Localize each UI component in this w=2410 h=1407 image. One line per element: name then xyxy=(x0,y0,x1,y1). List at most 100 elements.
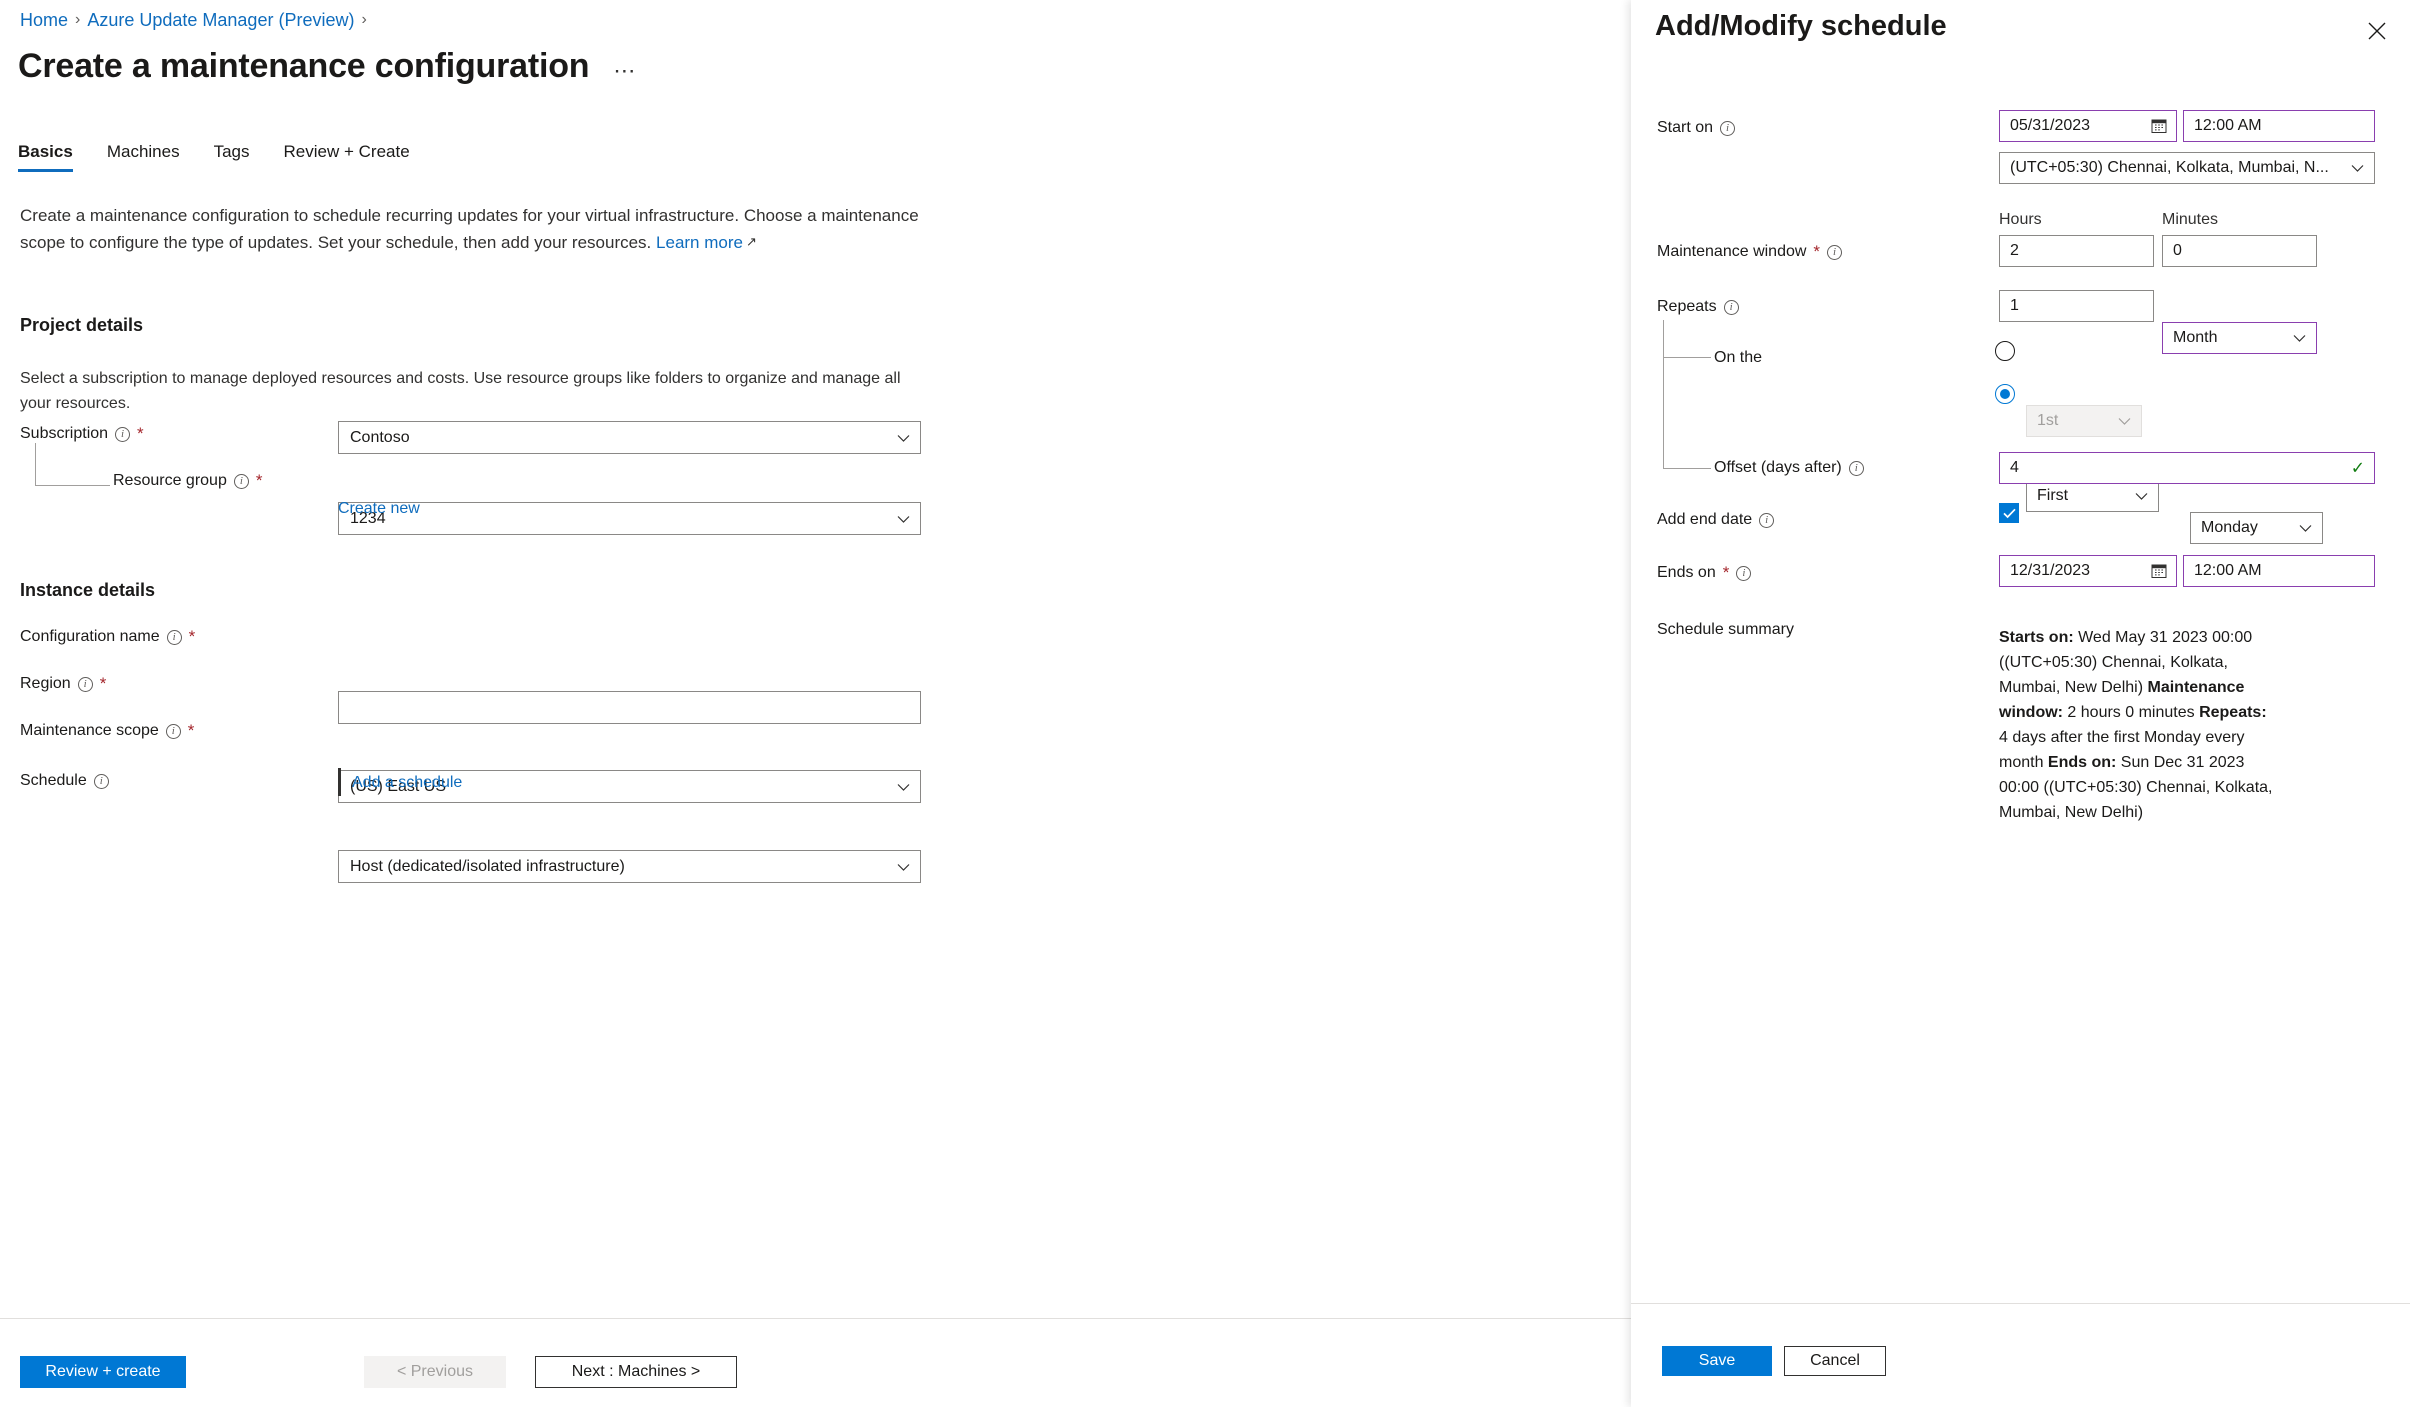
previous-button[interactable]: < Previous xyxy=(364,1356,506,1388)
info-icon[interactable]: i xyxy=(1723,299,1739,315)
next-machines-button[interactable]: Next : Machines > xyxy=(535,1356,737,1388)
maintenance-scope-value: Host (dedicated/isolated infrastructure) xyxy=(350,857,625,875)
on-the-day-of-month-radio[interactable] xyxy=(1995,341,2015,361)
on-the-label-group: On the xyxy=(1714,349,1762,367)
schedule-summary-label-text: Schedule summary xyxy=(1657,621,1794,638)
calendar-icon[interactable] xyxy=(2151,563,2168,580)
on-the-ordinal-weekday-radio[interactable] xyxy=(1995,384,2015,404)
add-end-date-checkbox[interactable] xyxy=(1999,503,2019,523)
configuration-name-row: Configuration name i * xyxy=(20,628,195,646)
summary-starts-on-key: Starts on: xyxy=(1999,629,2074,646)
configuration-name-input[interactable] xyxy=(338,691,921,724)
on-the-weekday-dropdown[interactable]: Monday xyxy=(2190,512,2323,544)
ends-on-label-group: Ends on * i xyxy=(1657,564,1752,582)
start-on-time-input[interactable]: 12:00 AM xyxy=(2183,110,2375,142)
chevron-down-icon xyxy=(2293,334,2306,342)
info-icon[interactable]: i xyxy=(93,773,109,789)
tree-connector-vertical xyxy=(1663,320,1664,468)
info-icon[interactable]: i xyxy=(1720,120,1736,136)
info-icon[interactable]: i xyxy=(1848,460,1864,476)
cancel-button[interactable]: Cancel xyxy=(1784,1346,1886,1376)
maintenance-scope-dropdown[interactable]: Host (dedicated/isolated infrastructure) xyxy=(338,850,921,883)
add-a-schedule-link[interactable]: Add a schedule xyxy=(352,774,462,792)
info-icon[interactable]: i xyxy=(233,473,249,489)
blade-description: Create a maintenance configuration to sc… xyxy=(20,203,950,256)
ends-on-label: Ends on xyxy=(1657,564,1716,581)
chevron-down-icon xyxy=(897,863,910,871)
learn-more-link[interactable]: Learn more xyxy=(656,233,743,252)
info-icon[interactable]: i xyxy=(166,629,182,645)
maintenance-window-minutes-input[interactable]: 0 xyxy=(2162,235,2317,267)
create-new-resource-group-link[interactable]: Create new xyxy=(338,500,420,518)
info-icon[interactable]: i xyxy=(165,723,181,739)
resource-group-dropdown[interactable]: 1234 xyxy=(338,502,921,535)
summary-window-value: 2 hours 0 minutes xyxy=(2062,704,2195,721)
ends-on-date-input[interactable]: 12/31/2023 xyxy=(1999,555,2177,587)
app-root: Home › Azure Update Manager (Preview) › … xyxy=(0,0,2410,1407)
tab-basics[interactable]: Basics xyxy=(18,142,95,172)
start-on-label: Start on xyxy=(1657,119,1714,136)
breadcrumb-separator-icon: › xyxy=(75,11,81,28)
required-indicator: * xyxy=(137,424,144,443)
configuration-name-label-group: Configuration name i * xyxy=(20,628,195,646)
subscription-label: Subscription xyxy=(20,425,109,442)
more-actions-icon[interactable]: ⋯ xyxy=(609,60,641,82)
project-details-description: Select a subscription to manage deployed… xyxy=(20,370,901,412)
info-icon[interactable]: i xyxy=(115,426,131,442)
offset-value: 4 xyxy=(2010,459,2019,476)
subscription-dropdown[interactable]: Contoso xyxy=(338,421,921,454)
page-header: Create a maintenance configuration ⋯ xyxy=(18,46,641,86)
region-row: Region i * xyxy=(20,675,106,693)
required-indicator: * xyxy=(1813,242,1821,261)
resource-group-label-group: Resource group i * xyxy=(113,472,262,490)
tree-connector-horizontal-on-the xyxy=(1663,357,1711,358)
subscription-value: Contoso xyxy=(350,428,410,446)
on-the-ordinal-dropdown[interactable]: First xyxy=(2026,480,2159,512)
offset-days-input[interactable]: 4 ✓ xyxy=(1999,452,2375,484)
chevron-down-icon xyxy=(2135,492,2148,500)
breadcrumb-item-azure-update-manager[interactable]: Azure Update Manager (Preview) xyxy=(87,9,354,31)
schedule-summary-label: Schedule summary xyxy=(1657,621,1794,639)
region-label: Region xyxy=(20,675,71,692)
tab-machines[interactable]: Machines xyxy=(95,142,202,172)
maintenance-window-label: Maintenance window xyxy=(1657,243,1807,260)
on-the-ordinal-value: First xyxy=(2037,487,2069,504)
chevron-down-icon xyxy=(897,783,910,791)
save-button[interactable]: Save xyxy=(1662,1346,1772,1376)
info-icon[interactable]: i xyxy=(1736,565,1752,581)
start-on-label-group: Start on i xyxy=(1657,119,1736,137)
create-maintenance-configuration-blade: Home › Azure Update Manager (Preview) › … xyxy=(0,0,1631,1407)
on-the-day-of-month-dropdown: 1st xyxy=(2026,405,2142,437)
tab-tags[interactable]: Tags xyxy=(202,142,272,172)
review-create-button[interactable]: Review + create xyxy=(20,1356,186,1388)
maintenance-scope-row: Maintenance scope i * xyxy=(20,722,194,740)
start-on-date-value: 05/31/2023 xyxy=(2010,117,2091,134)
minutes-label: Minutes xyxy=(2162,211,2219,228)
close-icon[interactable] xyxy=(2364,18,2390,44)
schedule-summary-content: Starts on: Wed May 31 2023 00:00 ((UTC+0… xyxy=(1999,625,2275,825)
repeats-unit-value: Month xyxy=(2173,329,2218,346)
add-end-date-label: Add end date xyxy=(1657,511,1753,528)
panel-footer-divider xyxy=(1631,1303,2410,1304)
timezone-dropdown[interactable]: (UTC+05:30) Chennai, Kolkata, Mumbai, N.… xyxy=(1999,152,2375,184)
on-the-label: On the xyxy=(1714,349,1763,366)
repeats-unit-dropdown[interactable]: Month xyxy=(2162,322,2317,354)
on-the-day-of-month-value: 1st xyxy=(2037,412,2059,429)
info-icon[interactable]: i xyxy=(1759,512,1775,528)
region-label-group: Region i * xyxy=(20,675,106,693)
start-on-date-input[interactable]: 05/31/2023 xyxy=(1999,110,2177,142)
repeats-count-value: 1 xyxy=(2010,297,2019,314)
chevron-down-icon xyxy=(2299,524,2312,532)
required-indicator: * xyxy=(255,471,263,490)
repeats-count-input[interactable]: 1 xyxy=(1999,290,2154,322)
calendar-icon[interactable] xyxy=(2151,118,2168,135)
info-icon[interactable]: i xyxy=(77,676,93,692)
start-on-time-value: 12:00 AM xyxy=(2194,117,2262,134)
instance-details-heading: Instance details xyxy=(20,580,156,600)
breadcrumb-item-home[interactable]: Home xyxy=(20,9,68,31)
tab-review-create[interactable]: Review + Create xyxy=(272,142,432,172)
offset-label-group: Offset (days after) i xyxy=(1714,459,1864,477)
maintenance-window-hours-input[interactable]: 2 xyxy=(1999,235,2154,267)
ends-on-time-input[interactable]: 12:00 AM xyxy=(2183,555,2375,587)
info-icon[interactable]: i xyxy=(1827,244,1843,260)
